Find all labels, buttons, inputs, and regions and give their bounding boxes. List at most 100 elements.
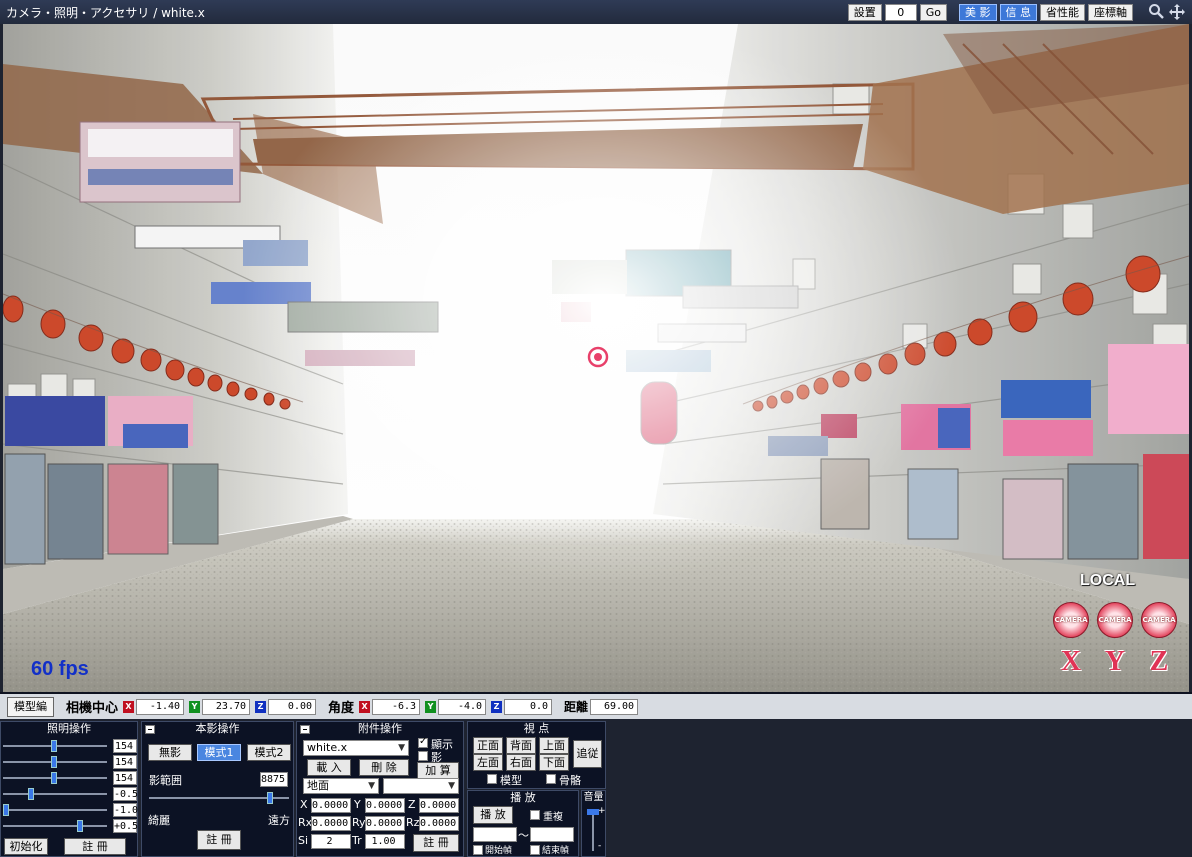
chevron-down-icon: ▼ — [398, 743, 405, 753]
init-button[interactable]: 初始化 — [4, 838, 48, 855]
panel-title: 照明操作 — [47, 722, 91, 735]
slider-knob[interactable] — [28, 788, 34, 800]
title-bar: カメラ・照明・アクセサリ / white.x 設置 0 Go 美 影 信 息 省… — [0, 0, 1192, 24]
accessory-select[interactable]: white.x ▼ — [303, 740, 409, 756]
z-input[interactable]: 0.0000 — [419, 798, 459, 813]
view-right-button[interactable]: 右面 — [506, 754, 536, 771]
view-left-button[interactable]: 左面 — [473, 754, 503, 771]
frame-input[interactable]: 0 — [884, 3, 917, 21]
volume-knob[interactable] — [587, 809, 599, 815]
light-register-button[interactable]: 註 冊 — [64, 838, 126, 855]
si-label: Si — [298, 834, 309, 847]
no-shadow-button[interactable]: 無影 — [148, 744, 192, 761]
angle-y-input[interactable]: -4.0 — [438, 698, 487, 715]
shadow-range-input[interactable]: 8875 — [260, 772, 288, 787]
angle-x-input[interactable]: -6.3 — [372, 698, 421, 715]
distance-input[interactable]: 69.00 — [590, 698, 639, 715]
info-button[interactable]: 信 息 — [999, 3, 1037, 21]
beauty-shadow-button[interactable]: 美 影 — [959, 3, 997, 21]
light-slider[interactable] — [3, 788, 107, 800]
ry-input[interactable]: 0.0000 — [365, 816, 405, 831]
distance-label: 距離 — [564, 700, 589, 714]
performance-button[interactable]: 省性能 — [1040, 3, 1085, 21]
model-edit-button[interactable]: 模型編 — [7, 696, 54, 717]
local-label: LOCAL — [1080, 572, 1136, 589]
center-y-input[interactable]: 23.70 — [202, 698, 251, 715]
load-button[interactable]: 載 入 — [307, 759, 351, 776]
end-frame-checkbox[interactable] — [530, 845, 540, 855]
light-value-input[interactable]: 154 — [113, 771, 137, 785]
angle-z-input[interactable]: 0.0 — [504, 698, 553, 715]
panel-title: 本影操作 — [195, 722, 240, 735]
panel-title: 音量 — [583, 792, 604, 803]
rz-input[interactable]: 0.0000 — [419, 816, 459, 831]
start-frame-checkbox[interactable] — [473, 845, 483, 855]
center-z-input[interactable]: 0.00 — [268, 698, 317, 715]
show-checkbox[interactable] — [418, 736, 428, 748]
y-label: Y — [354, 798, 361, 811]
slider-knob[interactable] — [51, 740, 57, 752]
light-value-input[interactable]: -0.5 — [113, 787, 138, 801]
gizmo-label: CAMERA — [1098, 616, 1132, 624]
3d-viewport[interactable]: 60 fps LOCAL CAMERA CAMERA CAMERA X Y Z — [3, 24, 1189, 692]
shadow-mode2-button[interactable]: 模式2 — [247, 744, 291, 761]
light-value-input[interactable]: -1.0 — [113, 803, 138, 817]
move-icon[interactable] — [1168, 3, 1186, 21]
rx-input[interactable]: 0.0000 — [311, 816, 351, 831]
volume-panel: 音量 + - — [581, 790, 606, 857]
repeat-checkbox[interactable] — [530, 810, 540, 820]
bone-select[interactable]: ▼ — [383, 778, 459, 794]
light-slider[interactable] — [3, 820, 107, 832]
start-frame-label: 開始幀 — [485, 846, 513, 856]
slider-knob[interactable] — [3, 804, 9, 816]
slider-track — [3, 809, 107, 811]
shadow-mode1-button[interactable]: 模式1 — [197, 744, 241, 761]
add-button[interactable]: 加 算 — [417, 762, 459, 779]
go-button[interactable]: Go — [919, 3, 947, 21]
setting-button[interactable]: 設置 — [847, 3, 882, 21]
camera-move-x-button[interactable]: X — [1053, 644, 1089, 680]
slider-knob[interactable] — [77, 820, 83, 832]
shadow-register-button[interactable]: 註 冊 — [197, 830, 241, 850]
light-value-input[interactable]: 154 — [113, 755, 137, 769]
delete-button[interactable]: 刪 除 — [359, 759, 409, 776]
bone-checkbox[interactable] — [546, 774, 556, 784]
x-input[interactable]: 0.0000 — [311, 798, 351, 813]
shadow-checkbox[interactable] — [418, 751, 428, 761]
si-input[interactable]: 2 — [311, 834, 351, 849]
search-icon[interactable] — [1147, 3, 1165, 21]
light-value-input[interactable]: 154 — [113, 739, 137, 753]
accessory-register-button[interactable]: 註 冊 — [413, 834, 459, 852]
light-slider-row: -0.5 — [3, 787, 138, 801]
tr-input[interactable]: 1.00 — [365, 834, 405, 849]
end-frame-input[interactable] — [530, 827, 574, 842]
slider-knob[interactable] — [51, 756, 57, 768]
axis-button[interactable]: 座標軸 — [1088, 3, 1133, 21]
view-bottom-button[interactable]: 下面 — [539, 754, 569, 771]
shadow-range-slider[interactable] — [149, 792, 289, 804]
light-slider[interactable] — [3, 756, 107, 768]
parent-select[interactable]: 地面 ▼ — [303, 778, 379, 794]
camera-rotate-z-gizmo[interactable]: CAMERA — [1141, 602, 1177, 638]
y-input[interactable]: 0.0000 — [365, 798, 405, 813]
camera-rotate-x-gizmo[interactable]: CAMERA — [1053, 602, 1089, 638]
view-front-button[interactable]: 正面 — [473, 737, 503, 754]
view-back-button[interactable]: 背面 — [506, 737, 536, 754]
view-top-button[interactable]: 上面 — [539, 737, 569, 754]
center-x-input[interactable]: -1.40 — [136, 698, 185, 715]
slider-knob[interactable] — [51, 772, 57, 784]
camera-move-z-button[interactable]: Z — [1141, 644, 1177, 680]
play-button[interactable]: 播 放 — [473, 806, 513, 824]
camera-rotate-y-gizmo[interactable]: CAMERA — [1097, 602, 1133, 638]
light-slider[interactable] — [3, 804, 107, 816]
light-slider[interactable] — [3, 772, 107, 784]
gizmo-label: CAMERA — [1142, 616, 1176, 624]
play-panel: 播 放 播 放 重複 〜 開始幀 結束幀 — [467, 790, 579, 857]
model-checkbox[interactable] — [487, 774, 497, 784]
follow-button[interactable]: 追従 — [573, 740, 602, 768]
slider-knob[interactable] — [267, 792, 273, 804]
start-frame-input[interactable] — [473, 827, 517, 842]
light-slider[interactable] — [3, 740, 107, 752]
camera-move-y-button[interactable]: Y — [1097, 644, 1133, 680]
light-value-input[interactable]: +0.5 — [113, 819, 138, 833]
